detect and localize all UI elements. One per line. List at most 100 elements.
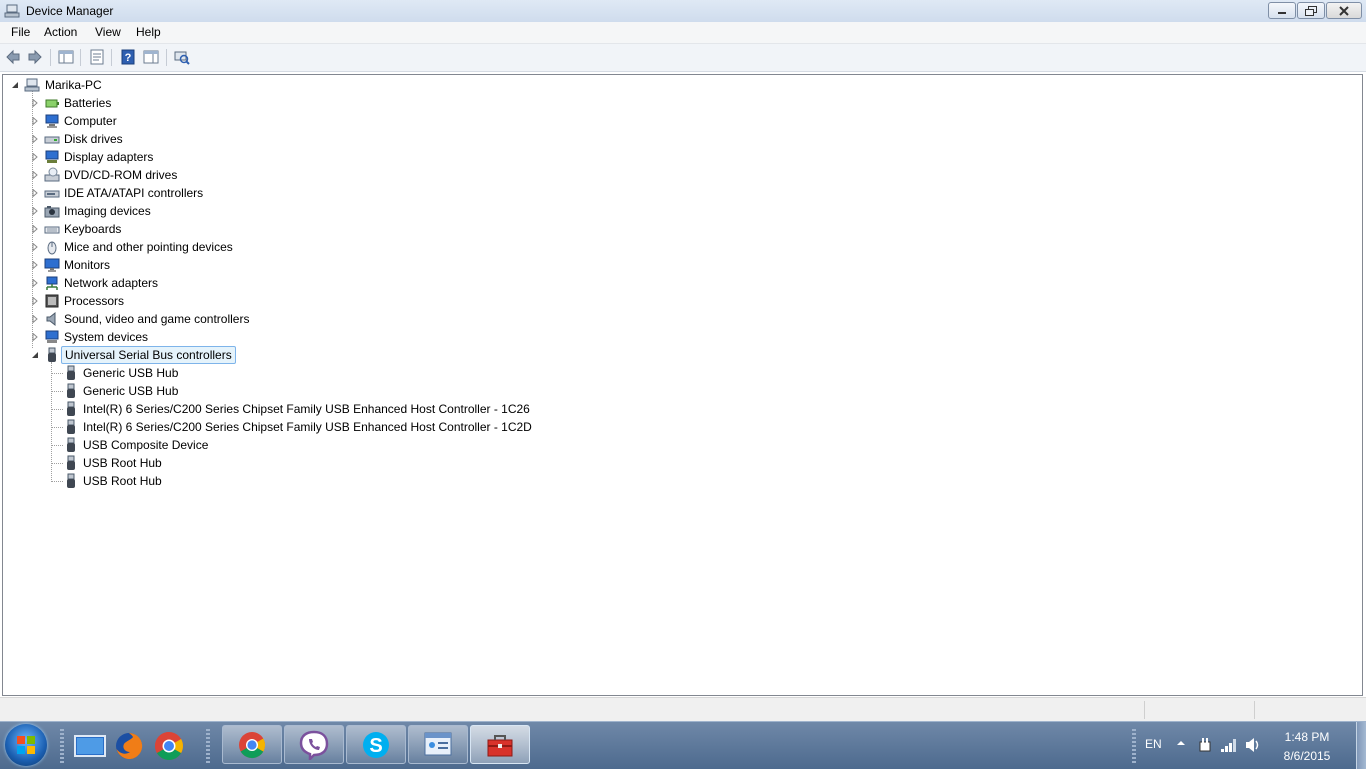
start-button[interactable] (5, 724, 47, 766)
status-separator (1254, 701, 1255, 719)
clock-date[interactable]: 8/6/2015 (1272, 749, 1342, 763)
menu-file[interactable]: File (9, 25, 32, 39)
tree-category-label: IDE ATA/ATAPI controllers (64, 186, 204, 200)
tree-category-keyboards[interactable]: Keyboards (3, 220, 603, 238)
tree-category-label: Sound, video and game controllers (64, 312, 250, 326)
expand-arrow-icon[interactable] (31, 261, 39, 269)
tree-category-universal-serial-bus-controllers[interactable]: Universal Serial Bus controllers (3, 346, 603, 364)
tree-category-computer[interactable]: Computer (3, 112, 603, 130)
taskbar-grip[interactable] (60, 729, 64, 763)
quick-launch-chrome[interactable] (153, 730, 185, 762)
tray-network[interactable] (1220, 736, 1238, 757)
svg-text:S: S (369, 735, 382, 757)
forward-button[interactable] (25, 48, 45, 66)
tree-category-label: Batteries (64, 96, 112, 110)
tree-category-sound-video-and-game-controllers[interactable]: Sound, video and game controllers (3, 310, 603, 328)
task-viber[interactable] (284, 725, 344, 764)
back-arrow-icon (6, 49, 20, 65)
tree-device-item[interactable]: Intel(R) 6 Series/C200 Series Chipset Fa… (3, 400, 903, 418)
usb-icon (67, 473, 75, 488)
windows-logo-icon (17, 736, 35, 754)
toolbar: ? (0, 44, 1366, 72)
tree-category-display-adapters[interactable]: Display adapters (3, 148, 603, 166)
task-chrome[interactable] (222, 725, 282, 764)
action-pane-button[interactable] (141, 48, 161, 66)
tree-category-dvd-cd-rom-drives[interactable]: DVD/CD-ROM drives (3, 166, 603, 184)
expand-arrow-icon[interactable] (31, 297, 39, 305)
tree-category-imaging-devices[interactable]: Imaging devices (3, 202, 603, 220)
menu-help[interactable]: Help (134, 25, 163, 39)
wifi-signal-icon (1221, 739, 1236, 752)
tree-device-item[interactable]: USB Root Hub (3, 454, 903, 472)
expand-arrow-icon[interactable] (31, 171, 39, 179)
firefox-icon (116, 732, 143, 759)
expand-arrow-icon[interactable] (31, 279, 39, 287)
expand-arrow-icon[interactable] (31, 333, 39, 341)
console-tree-button[interactable] (56, 48, 76, 66)
title-bar: Device Manager (0, 0, 1366, 23)
menu-view[interactable]: View (93, 25, 123, 39)
expand-arrow-icon[interactable] (31, 207, 39, 215)
taskbar-grip[interactable] (1132, 729, 1136, 763)
usb-icon (67, 383, 75, 398)
tree-category-batteries[interactable]: Batteries (3, 94, 603, 112)
keyboard-icon (44, 226, 60, 234)
close-button[interactable] (1326, 2, 1362, 19)
tree-device-item[interactable]: Intel(R) 6 Series/C200 Series Chipset Fa… (3, 418, 903, 436)
help-icon: ? (121, 49, 135, 65)
expand-arrow-icon[interactable] (31, 99, 39, 107)
tree-category-system-devices[interactable]: System devices (3, 328, 603, 346)
show-hide-console-tree-icon (58, 50, 74, 64)
help-button[interactable]: ? (118, 48, 138, 66)
task-device-manager[interactable] (470, 725, 530, 764)
quick-launch-firefox[interactable] (113, 730, 145, 762)
usb-icon (67, 455, 75, 470)
minimize-button[interactable] (1268, 2, 1296, 19)
task-control-panel[interactable] (408, 725, 468, 764)
tray-power[interactable] (1197, 736, 1213, 757)
expand-arrow-icon[interactable] (31, 117, 39, 125)
tree-device-item[interactable]: USB Composite Device (3, 436, 903, 454)
back-button[interactable] (3, 48, 23, 66)
expand-arrow-icon[interactable] (31, 135, 39, 143)
restore-button[interactable] (1297, 2, 1325, 19)
expand-arrow-icon[interactable] (31, 153, 39, 161)
clock-time[interactable]: 1:48 PM (1272, 730, 1342, 744)
ide-controller-icon (44, 190, 60, 198)
tree-category-monitors[interactable]: Monitors (3, 256, 603, 274)
tree-root-label: Marika-PC (45, 78, 102, 92)
scan-hardware-button[interactable] (172, 48, 192, 66)
expand-arrow-icon[interactable] (31, 189, 39, 197)
tree-category-network-adapters[interactable]: Network adapters (3, 274, 603, 292)
collapse-arrow-icon[interactable] (11, 81, 19, 89)
system-devices-icon (45, 330, 59, 343)
network-adapter-icon (46, 276, 58, 290)
tree-category-ide-ata-atapi-controllers[interactable]: IDE ATA/ATAPI controllers (3, 184, 603, 202)
forward-arrow-icon (28, 49, 42, 65)
show-hidden-icons-button[interactable] (1176, 736, 1186, 753)
tree-root[interactable]: Marika-PC (3, 76, 203, 94)
menu-action[interactable]: Action (42, 25, 79, 39)
properties-button[interactable] (87, 48, 107, 66)
computer-root-icon (24, 78, 40, 92)
quick-launch-show-desktop[interactable] (74, 730, 106, 762)
tree-category-processors[interactable]: Processors (3, 292, 603, 310)
tray-volume[interactable] (1244, 736, 1262, 757)
tree-device-item[interactable]: USB Root Hub (3, 472, 903, 490)
tree-category-mice-and-other-pointing-devices[interactable]: Mice and other pointing devices (3, 238, 603, 256)
show-desktop-button[interactable] (1356, 722, 1366, 769)
expand-arrow-icon[interactable] (31, 243, 39, 251)
collapse-arrow-icon[interactable] (31, 351, 39, 359)
tree-device-item[interactable]: Generic USB Hub (3, 364, 903, 382)
toolbar-separator (50, 49, 51, 66)
expand-arrow-icon[interactable] (31, 225, 39, 233)
monitor-icon (44, 258, 60, 272)
chrome-icon (155, 732, 183, 760)
expand-arrow-icon[interactable] (31, 315, 39, 323)
language-indicator[interactable]: EN (1145, 737, 1162, 751)
taskbar-grip[interactable] (206, 729, 210, 763)
tree-category-disk-drives[interactable]: Disk drives (3, 130, 603, 148)
tree-device-item[interactable]: Generic USB Hub (3, 382, 903, 400)
device-tree[interactable]: Marika-PC Batteries Computer Disk drives Dis… (2, 74, 1363, 696)
task-skype[interactable]: S (346, 725, 406, 764)
